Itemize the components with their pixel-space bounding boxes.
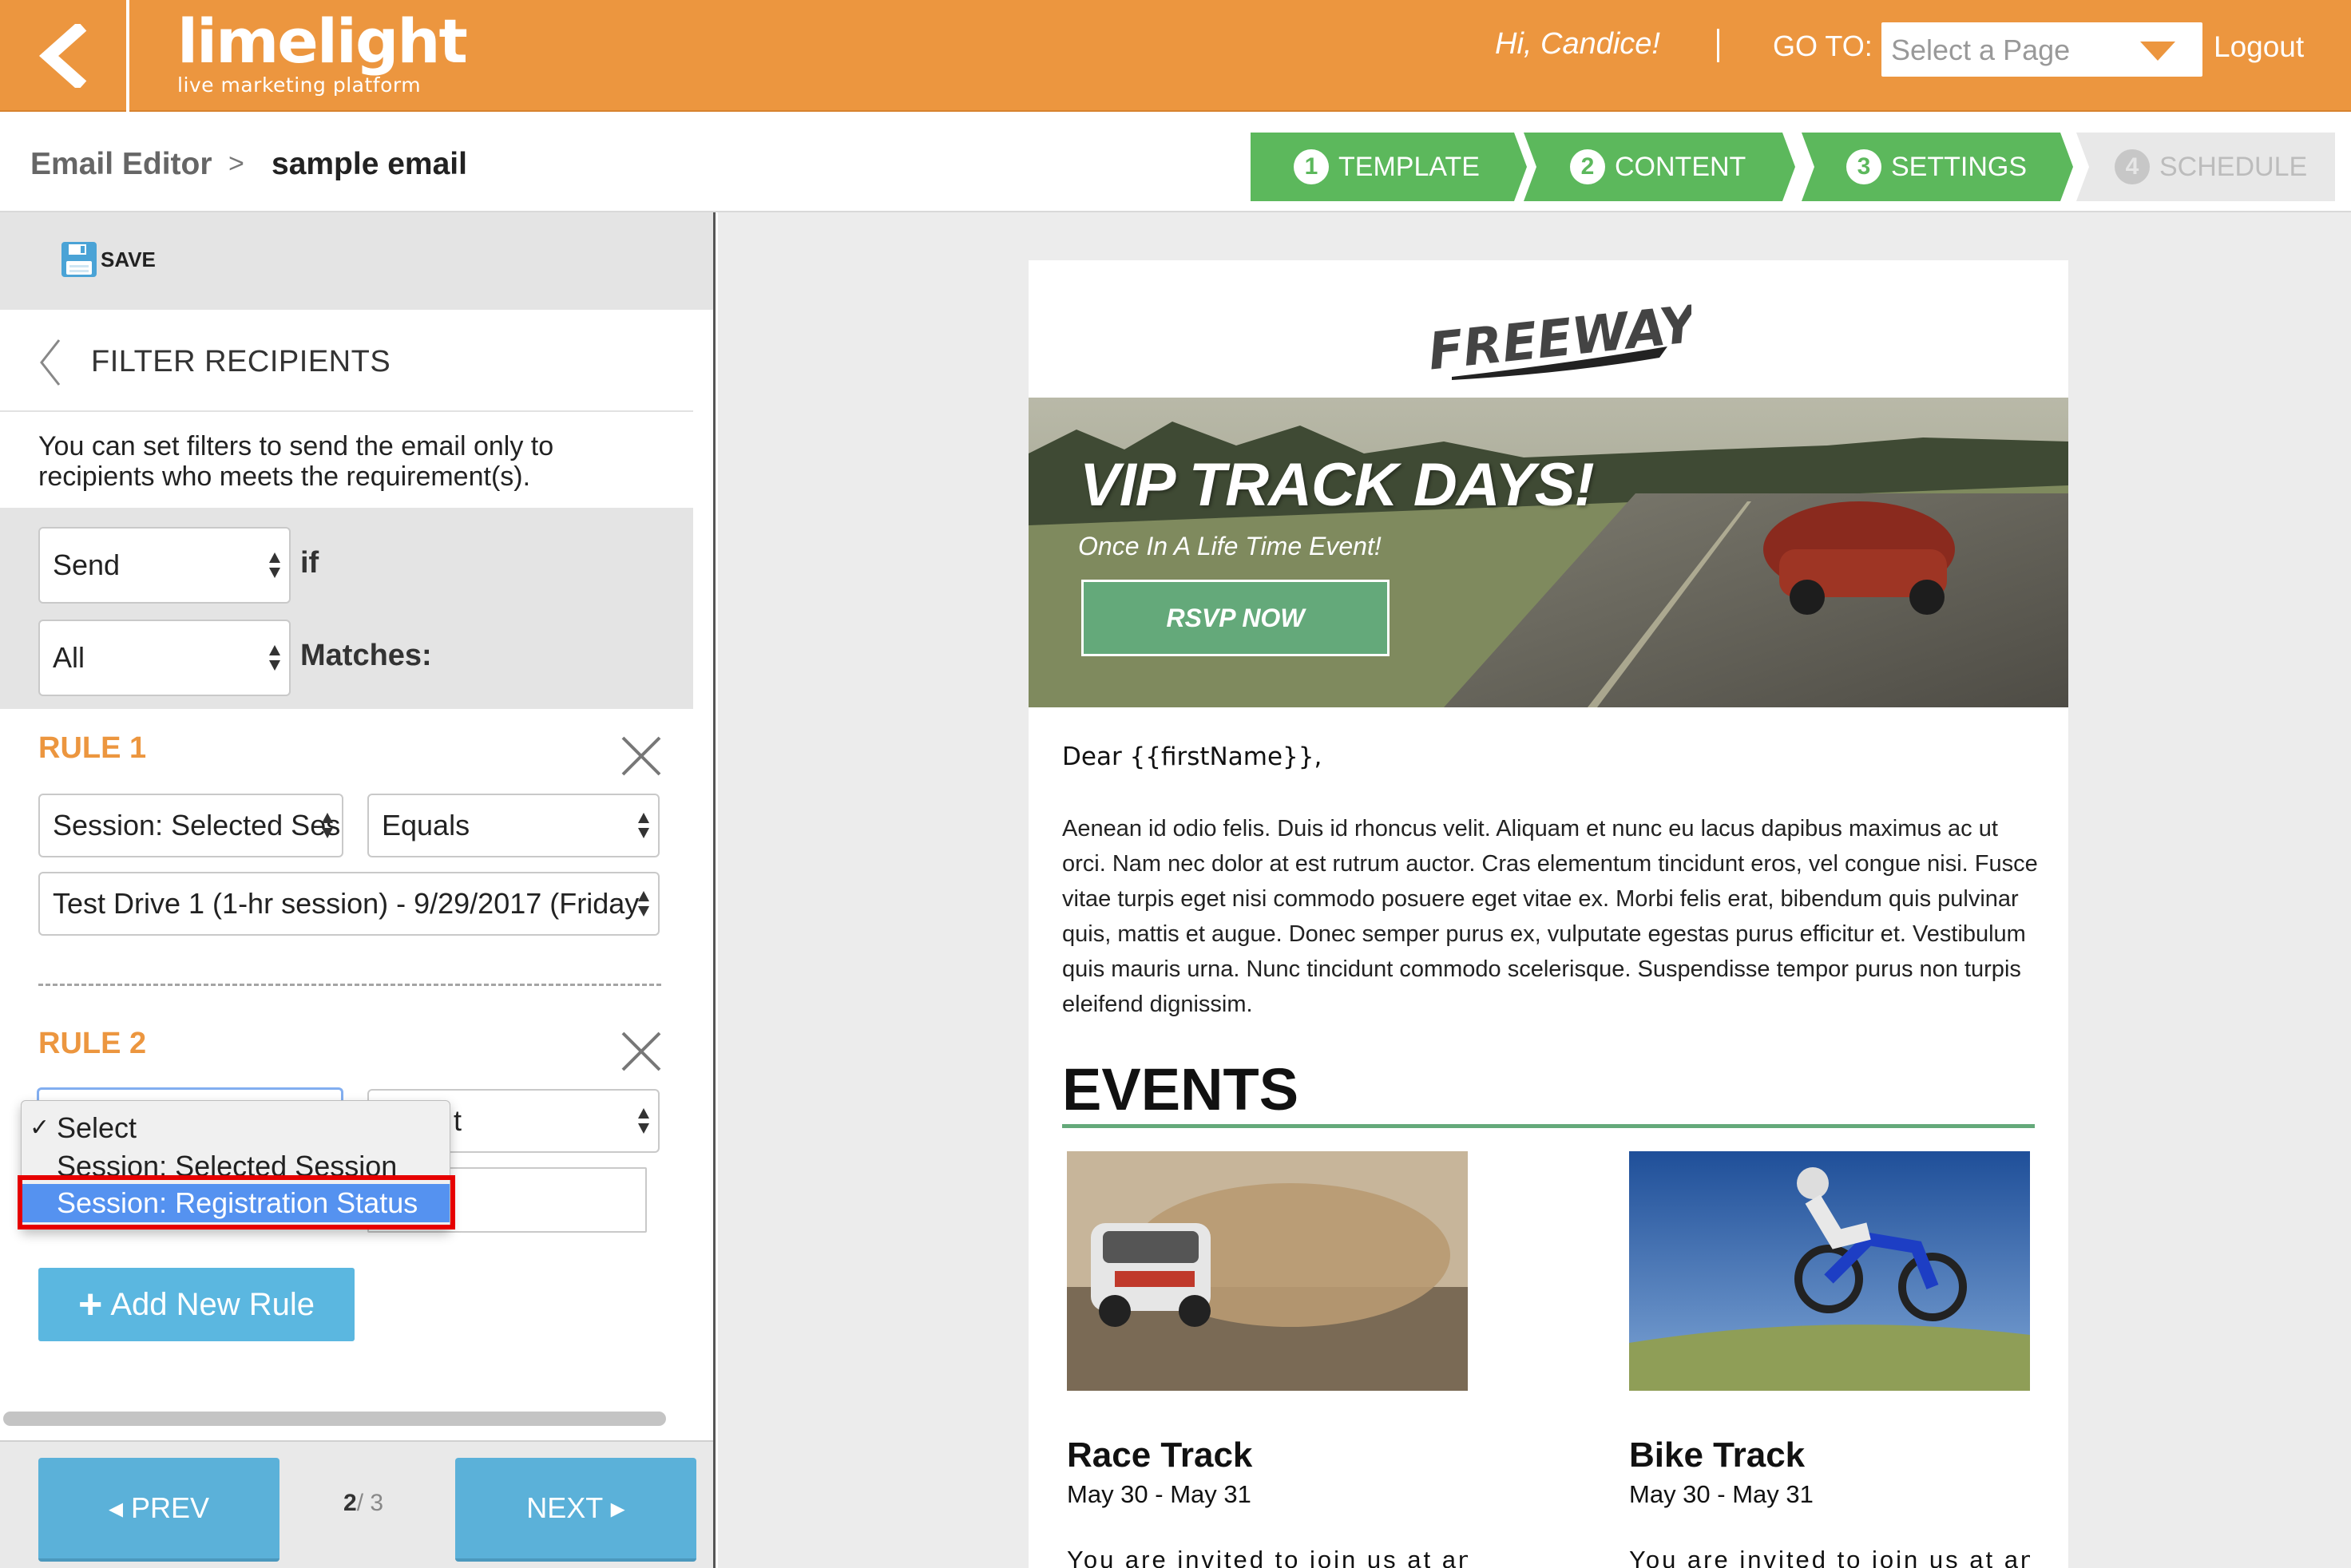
rule-1-field-value: Session: Selected Ses (53, 809, 341, 841)
highlight-callout-box (18, 1175, 455, 1229)
page-select-dropdown[interactable]: Select a Page (1881, 22, 2202, 77)
event-race-track-date: May 30 - May 31 (1067, 1480, 1251, 1508)
close-icon[interactable] (620, 1030, 663, 1073)
brand-logo: limelight live marketing platform (177, 5, 468, 97)
select-arrows-icon (638, 1108, 649, 1134)
prev-button[interactable]: ◂ PREV (38, 1458, 280, 1562)
rsvp-button[interactable]: RSVP NOW (1081, 580, 1390, 656)
step-label: SCHEDULE (2159, 151, 2308, 182)
hero-subtitle: Once In A Life Time Event! (1078, 532, 1382, 560)
back-button[interactable] (0, 0, 129, 112)
rule-1-target-value: Test Drive 1 (1-hr session) - 9/29/2017 … (53, 887, 640, 920)
total-pages: / 3 (356, 1490, 384, 1516)
page-indicator: 2/ 3 (343, 1490, 383, 1517)
select-arrows-icon (322, 813, 333, 838)
select-arrows-icon (269, 645, 280, 671)
motocross-photo (1629, 1151, 2030, 1391)
add-rule-label: Add New Rule (110, 1286, 315, 1322)
step-template[interactable]: 1 TEMPLATE (1251, 133, 1527, 201)
dropdown-option-label: Select (57, 1111, 137, 1144)
event-race-track-name: Race Track (1067, 1435, 1253, 1475)
logout-link[interactable]: Logout (2214, 30, 2304, 64)
step-number: 3 (1846, 149, 1881, 184)
step-label: TEMPLATE (1338, 151, 1480, 182)
rule-1-operator-select[interactable]: Equals (367, 794, 660, 857)
save-label: SAVE (101, 247, 156, 271)
events-heading: EVENTS (1062, 1056, 1299, 1123)
email-body-text: Aenean id odio felis. Duis id rhoncus ve… (1062, 816, 2038, 1017)
rule-2-title: RULE 2 (38, 1027, 147, 1060)
match-type-value: All (53, 641, 85, 674)
step-schedule: 4 SCHEDULE (2076, 133, 2335, 201)
select-arrows-icon (638, 891, 649, 917)
event-race-track-description: You are invited to join us at an (1067, 1546, 1468, 1568)
close-icon[interactable] (620, 735, 663, 778)
rule-1-field-select[interactable]: Session: Selected Ses (38, 794, 343, 857)
select-arrows-icon (638, 813, 649, 838)
breadcrumb-current: sample email (272, 147, 467, 181)
dropdown-option-select[interactable]: ✓ Select (22, 1109, 450, 1147)
add-new-rule-button[interactable]: + Add New Rule (38, 1268, 355, 1341)
race-track-image (1067, 1151, 1468, 1391)
rule-1-title: RULE 1 (38, 731, 147, 765)
horizontal-scrollbar[interactable] (3, 1412, 666, 1426)
checkmark-icon: ✓ (30, 1115, 50, 1141)
settings-panel: SAVE FILTER RECIPIENTS You can set filte… (0, 212, 716, 1568)
step-label: SETTINGS (1891, 151, 2028, 182)
matches-label: Matches: (300, 639, 432, 672)
caret-down-icon (2140, 42, 2175, 61)
rule-divider (38, 984, 661, 986)
event-bike-track-description: You are invited to join us at an (1629, 1546, 2030, 1568)
select-arrows-icon (269, 552, 280, 578)
step-settings[interactable]: 3 SETTINGS (1802, 133, 2073, 201)
send-select[interactable]: Send (38, 527, 291, 604)
step-number: 1 (1294, 149, 1329, 184)
if-label: if (300, 546, 319, 580)
step-label: CONTENT (1615, 151, 1746, 182)
page-select-placeholder: Select a Page (1891, 34, 2071, 66)
user-greeting: Hi, Candice! (1495, 27, 1660, 61)
prev-label: ◂ PREV (108, 1491, 210, 1524)
event-bike-track-date: May 30 - May 31 (1629, 1480, 1814, 1508)
pagination: ◂ PREV 2/ 3 NEXT ▸ (0, 1440, 713, 1568)
breadcrumb-separator: > (228, 148, 244, 179)
step-content[interactable]: 2 CONTENT (1524, 133, 1795, 201)
filter-recipients-header: FILTER RECIPIENTS (0, 310, 693, 412)
step-number: 2 (1570, 149, 1605, 184)
next-label: NEXT ▸ (526, 1491, 625, 1524)
sub-header: Email Editor > sample email 1 TEMPLATE 2… (0, 112, 2351, 212)
hero-banner: VIP TRACK DAYS! Once In A Life Time Even… (1029, 398, 2068, 707)
plus-icon: + (77, 1281, 103, 1328)
bike-track-image (1629, 1151, 2030, 1391)
header-divider (1717, 29, 1719, 62)
rule-1-target-select[interactable]: Test Drive 1 (1-hr session) - 9/29/2017 … (38, 872, 660, 936)
rule-1-operator-value: Equals (382, 809, 470, 841)
step-number: 4 (2115, 149, 2150, 184)
email-preview-area: FREEWAY VIP TRACK DAYS! Once In A Life T… (718, 212, 2351, 1568)
email-preview: FREEWAY VIP TRACK DAYS! Once In A Life T… (1029, 260, 2068, 1568)
breadcrumb-email-editor[interactable]: Email Editor (30, 147, 212, 182)
filter-title: FILTER RECIPIENTS (91, 345, 391, 378)
match-conditions: Send if All Matches: (0, 508, 693, 709)
email-salutation: Dear {{firstName}}, (1062, 742, 1322, 771)
freeway-logo: FREEWAY (1425, 295, 1691, 382)
filter-description: You can set filters to send the email on… (38, 431, 554, 492)
save-button[interactable]: SAVE (61, 241, 156, 278)
save-toolbar: SAVE (0, 212, 713, 310)
brand-wordmark: limelight (177, 6, 468, 77)
goto-label: GO TO: (1773, 30, 1873, 62)
current-page: 2 (343, 1490, 357, 1516)
rally-car-photo (1067, 1151, 1468, 1391)
events-divider (1062, 1124, 2035, 1128)
event-bike-track-name: Bike Track (1629, 1435, 1806, 1475)
next-button[interactable]: NEXT ▸ (455, 1458, 696, 1562)
chevron-left-icon (38, 24, 87, 88)
top-header: limelight live marketing platform Hi, Ca… (0, 0, 2351, 112)
send-select-value: Send (53, 548, 121, 581)
floppy-disk-icon (61, 242, 97, 277)
chevron-left-icon[interactable] (38, 339, 62, 386)
hero-title: VIP TRACK DAYS! (1080, 451, 1595, 519)
match-type-select[interactable]: All (38, 620, 291, 696)
